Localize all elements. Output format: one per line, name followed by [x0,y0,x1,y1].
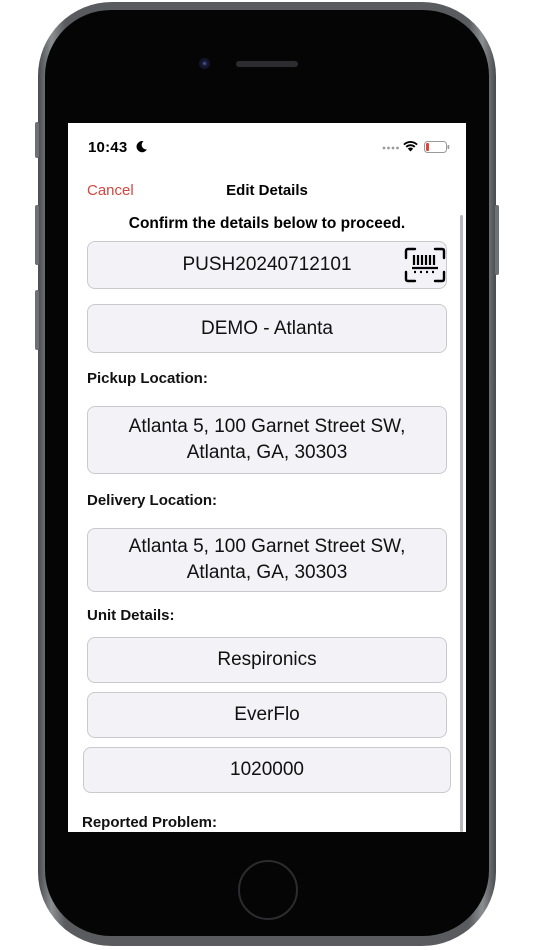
barcode-scan-icon[interactable] [404,247,446,283]
delivery-location-field[interactable]: Atlanta 5, 100 Garnet Street SW, Atlanta… [87,528,447,592]
status-time: 10:43 [88,139,128,156]
delivery-location-label: Delivery Location: [87,492,218,509]
pickup-address-line2: Atlanta, GA, 30303 [186,442,348,463]
page-title: Edit Details [226,182,308,199]
reported-problem-label: Reported Problem: [82,814,218,831]
delivery-address-line1: Atlanta 5, 100 Garnet Street SW, [128,536,406,557]
unit-details-label: Unit Details: [87,607,175,624]
pickup-address-line1: Atlanta 5, 100 Garnet Street SW, [128,416,406,437]
delivery-address-line2: Atlanta, GA, 30303 [186,562,348,583]
status-bar: 10:43 [68,123,466,171]
battery-icon [424,141,450,153]
wifi-icon [403,141,418,152]
pickup-location-label: Pickup Location: [87,370,208,387]
pickup-location-field[interactable]: Atlanta 5, 100 Garnet Street SW, Atlanta… [87,406,447,474]
model-field[interactable]: EverFlo [87,692,447,738]
instruction-text: Confirm the details below to proceed. [128,215,406,232]
serial-number-value: 1020000 [230,759,304,780]
earpiece-speaker [236,61,298,67]
volume-up-button [35,205,39,265]
scroll-indicator[interactable] [460,215,463,832]
model-value: EverFlo [234,704,300,725]
order-id-value: PUSH20240712101 [182,254,352,275]
manufacturer-value: Respironics [217,649,317,670]
volume-down-button [35,290,39,350]
navigation-bar: Cancel Edit Details [68,171,466,211]
serial-number-field[interactable]: 1020000 [83,747,451,793]
account-value: DEMO - Atlanta [201,317,333,339]
account-field[interactable]: DEMO - Atlanta [87,304,447,353]
front-camera [199,58,210,69]
order-id-field[interactable]: PUSH20240712101 [87,241,447,289]
app-screen: 10:43 Cancel Edit Details Confirm the de… [68,123,466,832]
home-button[interactable] [238,860,298,920]
mute-switch [35,122,39,158]
signal-icon [382,146,399,150]
moon-icon [136,141,147,153]
power-button [495,205,499,275]
manufacturer-field[interactable]: Respironics [87,637,447,683]
